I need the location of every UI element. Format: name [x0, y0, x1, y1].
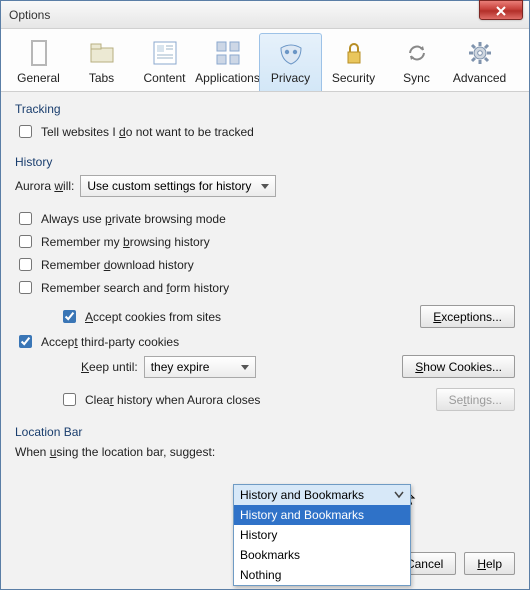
grid-icon	[213, 38, 243, 68]
remember-download-label: Remember download history	[41, 258, 194, 272]
clear-settings-button: Settings...	[436, 388, 515, 411]
folder-icon	[87, 38, 117, 68]
tab-advanced[interactable]: Advanced	[448, 33, 511, 91]
mask-icon	[276, 38, 306, 68]
accept-third-party-checkbox[interactable]	[19, 335, 32, 348]
aurora-will-label: Aurora will:	[15, 179, 74, 193]
private-browsing-label: Always use private browsing mode	[41, 212, 226, 226]
tab-label: Privacy	[271, 71, 310, 85]
tab-general[interactable]: General	[7, 33, 70, 91]
tab-label: Security	[332, 71, 375, 85]
window-title: Options	[9, 8, 50, 22]
help-button[interactable]: Help	[464, 552, 515, 575]
select-current-value[interactable]: History and Bookmarks	[234, 485, 410, 505]
group-location-bar: Location Bar When using the location bar…	[15, 425, 515, 459]
lock-icon	[339, 38, 369, 68]
clear-on-close-label: Clear history when Aurora closes	[85, 393, 260, 407]
private-browsing-checkbox[interactable]	[19, 212, 32, 225]
keep-until-label: Keep until:	[81, 360, 138, 374]
tab-label: Content	[143, 71, 185, 85]
options-dialog: Options General Tabs Content Application…	[0, 0, 530, 590]
keep-until-value: they expire	[151, 360, 210, 374]
clear-on-close-checkbox[interactable]	[63, 393, 76, 406]
tab-label: General	[17, 71, 60, 85]
do-not-track-checkbox[interactable]	[19, 125, 32, 138]
accept-third-party-label: Accept third-party cookies	[41, 335, 179, 349]
tab-label: Applications	[195, 71, 260, 85]
content-icon	[150, 38, 180, 68]
select-value-text: History and Bookmarks	[240, 488, 364, 502]
show-cookies-button[interactable]: Show Cookies...	[402, 355, 515, 378]
tab-tabs[interactable]: Tabs	[70, 33, 133, 91]
tab-applications[interactable]: Applications	[196, 33, 259, 91]
panel-privacy: Tracking Tell websites I do not want to …	[1, 92, 529, 589]
remember-browsing-checkbox[interactable]	[19, 235, 32, 248]
remember-search-form-checkbox[interactable]	[19, 281, 32, 294]
exceptions-button[interactable]: Exceptions...	[420, 305, 515, 328]
location-suggest-select[interactable]: History and Bookmarks History and Bookma…	[233, 484, 411, 586]
document-icon	[24, 38, 54, 68]
sync-icon	[402, 38, 432, 68]
select-option[interactable]: Bookmarks	[234, 545, 410, 565]
tab-security[interactable]: Security	[322, 33, 385, 91]
group-title-history: History	[15, 155, 515, 169]
tab-privacy[interactable]: Privacy	[259, 33, 322, 91]
group-title-location: Location Bar	[15, 425, 515, 439]
group-history: History Aurora will: Use custom settings…	[15, 155, 515, 411]
remember-search-form-label: Remember search and form history	[41, 281, 229, 295]
accept-cookies-label: Accept cookies from sites	[85, 310, 221, 324]
tab-sync[interactable]: Sync	[385, 33, 448, 91]
tab-label: Advanced	[453, 71, 506, 85]
accept-cookies-checkbox[interactable]	[63, 310, 76, 323]
remember-browsing-label: Remember my browsing history	[41, 235, 210, 249]
select-option[interactable]: Nothing	[234, 565, 410, 585]
history-mode-value: Use custom settings for history	[87, 179, 251, 193]
history-mode-select[interactable]: Use custom settings for history	[80, 175, 276, 197]
gear-icon	[465, 38, 495, 68]
chevron-down-icon	[394, 491, 404, 499]
tab-content[interactable]: Content	[133, 33, 196, 91]
group-title-tracking: Tracking	[15, 102, 515, 116]
group-tracking: Tracking Tell websites I do not want to …	[15, 102, 515, 141]
do-not-track-label: Tell websites I do not want to be tracke…	[41, 125, 254, 139]
select-option[interactable]: History	[234, 525, 410, 545]
titlebar: Options	[1, 1, 529, 29]
close-button[interactable]	[479, 0, 523, 20]
select-option[interactable]: History and Bookmarks	[234, 505, 410, 525]
keep-until-select[interactable]: they expire	[144, 356, 256, 378]
tab-label: Sync	[403, 71, 430, 85]
tab-label: Tabs	[89, 71, 114, 85]
location-suggest-label: When using the location bar, suggest:	[15, 445, 215, 459]
remember-download-checkbox[interactable]	[19, 258, 32, 271]
category-toolbar: General Tabs Content Applications Privac…	[1, 29, 529, 92]
